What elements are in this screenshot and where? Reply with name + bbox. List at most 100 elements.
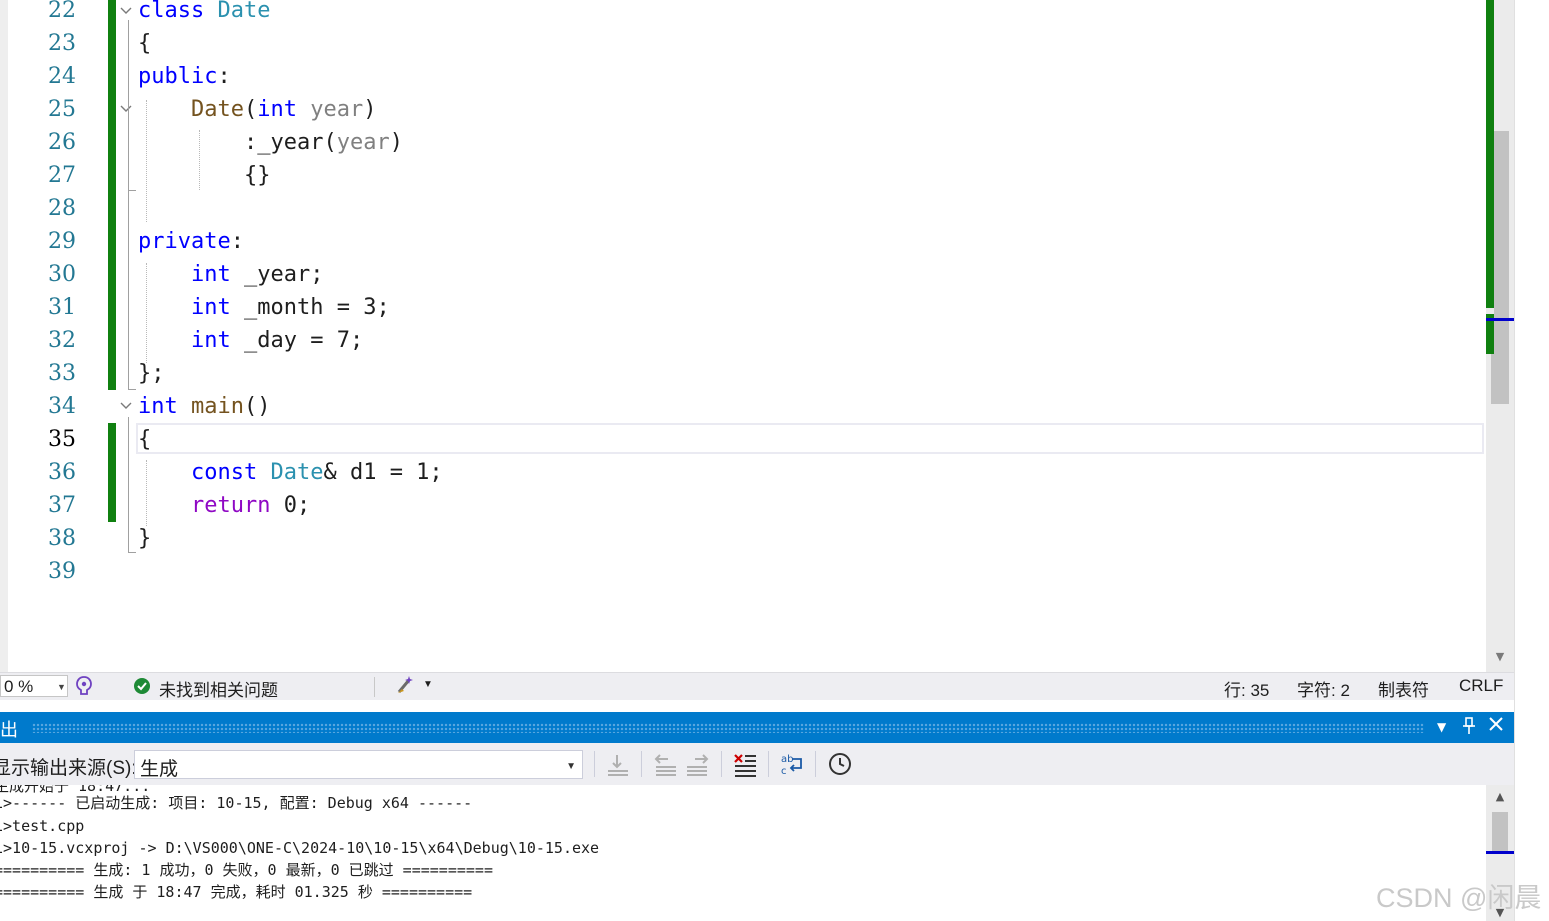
line-number: 27 <box>48 163 76 188</box>
code-line: { <box>138 427 152 452</box>
output-source-value: 生成 <box>140 759 179 780</box>
divider <box>641 751 642 777</box>
find-message-in-code-icon[interactable] <box>605 751 631 777</box>
code-line: const Date& d1 = 1; <box>191 460 443 485</box>
scrollbar-gap <box>1486 308 1494 314</box>
line-number: 31 <box>48 295 76 320</box>
editor-margin-strip <box>0 0 8 672</box>
code-line: :_year(year) <box>244 130 403 155</box>
divider <box>594 751 595 777</box>
collapse-icon[interactable] <box>119 101 133 115</box>
zoom-dropdown[interactable]: 0 % ▼ <box>0 675 68 697</box>
change-bar <box>108 0 116 390</box>
code-line: Date(int year) <box>191 97 377 122</box>
chevron-down-icon: ▼ <box>57 682 66 692</box>
window-position-dropdown-icon[interactable]: ▼ <box>1437 720 1446 734</box>
next-message-icon[interactable] <box>685 751 711 777</box>
code-line: { <box>138 31 152 56</box>
scrollbar-change-marker <box>1486 0 1494 354</box>
clock-icon[interactable] <box>827 751 853 777</box>
indent-guide <box>146 460 147 526</box>
scroll-down-icon[interactable]: ▼ <box>1490 650 1510 666</box>
watermark: CSDN @闲晨 <box>1376 883 1542 913</box>
output-line: 1>test.cpp <box>0 817 85 835</box>
line-indicator[interactable]: 行: 35 <box>1224 676 1269 701</box>
check-ok-icon <box>133 677 151 700</box>
line-number-current: 35 <box>48 427 76 452</box>
code-line: private: <box>138 229 244 254</box>
chevron-down-icon[interactable]: ▼ <box>423 679 433 690</box>
outline-guide <box>128 417 129 553</box>
divider <box>768 751 769 777</box>
code-editor[interactable]: 22 23 24 25 26 27 28 29 30 31 32 33 34 3… <box>0 0 1549 672</box>
line-number: 33 <box>48 361 76 386</box>
code-cleanup-icon[interactable] <box>395 674 417 701</box>
indent-indicator[interactable]: 制表符 <box>1378 676 1429 701</box>
line-number: 39 <box>48 559 76 584</box>
code-line: int _month = 3; <box>191 295 390 320</box>
line-number: 28 <box>48 196 76 221</box>
issues-status[interactable]: 未找到相关问题 <box>159 676 278 701</box>
divider <box>815 751 816 777</box>
titlebar-grip <box>32 723 1424 733</box>
scrollbar-caret-marker <box>1486 318 1514 321</box>
line-number: 38 <box>48 526 76 551</box>
svg-text:c: c <box>781 766 787 777</box>
word-wrap-icon[interactable]: ab c <box>779 751 805 777</box>
code-line: int main() <box>138 394 271 419</box>
output-source-label: 显示输出来源(S): <box>0 758 137 779</box>
line-number: 36 <box>48 460 76 485</box>
line-number: 23 <box>48 31 76 56</box>
line-number: 24 <box>48 64 76 89</box>
line-number: 29 <box>48 229 76 254</box>
scroll-up-icon[interactable]: ▲ <box>1490 790 1510 804</box>
code-line: } <box>138 526 152 551</box>
code-line: public: <box>138 64 231 89</box>
line-number: 37 <box>48 493 76 518</box>
collapse-icon[interactable] <box>119 398 133 412</box>
divider <box>374 677 375 697</box>
close-icon[interactable] <box>1488 716 1504 737</box>
line-number: 30 <box>48 262 76 287</box>
outline-guide <box>128 389 136 390</box>
editor-status-bar: 0 % ▼ 未找到相关问题 ▼ 行: 35 字符: 2 制表符 CRLF <box>0 672 1514 700</box>
change-bar <box>108 423 116 522</box>
code-line: return 0; <box>191 493 311 518</box>
code-line: int _year; <box>191 262 324 287</box>
code-line: class Date <box>138 0 271 23</box>
pin-icon[interactable] <box>1462 717 1476 740</box>
previous-message-icon[interactable] <box>652 751 678 777</box>
output-line: ========== 生成: 1 成功，0 失败，0 最新，0 已跳过 ====… <box>0 861 493 879</box>
clear-all-icon[interactable] <box>732 751 758 777</box>
indent-guide <box>146 100 147 222</box>
output-text-area[interactable]: 生成开始于 18:47... 1>------ 已启动生成: 项目: 10-15… <box>0 785 1486 921</box>
output-scrollbar-thumb[interactable] <box>1492 812 1508 852</box>
output-panel-titlebar[interactable]: 输出 ▼ <box>0 712 1514 743</box>
line-number: 26 <box>48 130 76 155</box>
divider <box>721 751 722 777</box>
outline-guide <box>128 552 136 553</box>
outline-guide <box>128 20 129 390</box>
outline-guide <box>128 120 129 190</box>
line-number: 22 <box>48 0 76 23</box>
window-right-edge <box>1514 0 1549 921</box>
output-source-select[interactable]: 生成 ▼ <box>134 750 583 780</box>
indent-guide <box>199 130 200 190</box>
current-line-highlight <box>136 423 1484 454</box>
line-number: 34 <box>48 394 76 419</box>
outline-guide <box>128 190 136 191</box>
char-indicator[interactable]: 字符: 2 <box>1297 676 1350 701</box>
scrollbar-caret-marker <box>1486 851 1514 854</box>
intellicode-icon[interactable] <box>74 675 94 702</box>
output-line: 1>10-15.vcxproj -> D:\VS000\ONE-C\2024-1… <box>0 839 600 857</box>
code-line: {} <box>244 163 271 188</box>
output-toolbar: 显示输出来源(S): 生成 ▼ ab c <box>0 743 1514 785</box>
collapse-icon[interactable] <box>119 3 133 17</box>
eol-indicator[interactable]: CRLF <box>1459 676 1503 696</box>
line-number: 32 <box>48 328 76 353</box>
code-line: }; <box>138 361 165 386</box>
line-number: 25 <box>48 97 76 122</box>
chevron-down-icon: ▼ <box>566 761 576 772</box>
output-panel-title: 输出 <box>0 720 18 740</box>
output-line: 1>------ 已启动生成: 项目: 10-15, 配置: Debug x64… <box>0 794 473 812</box>
